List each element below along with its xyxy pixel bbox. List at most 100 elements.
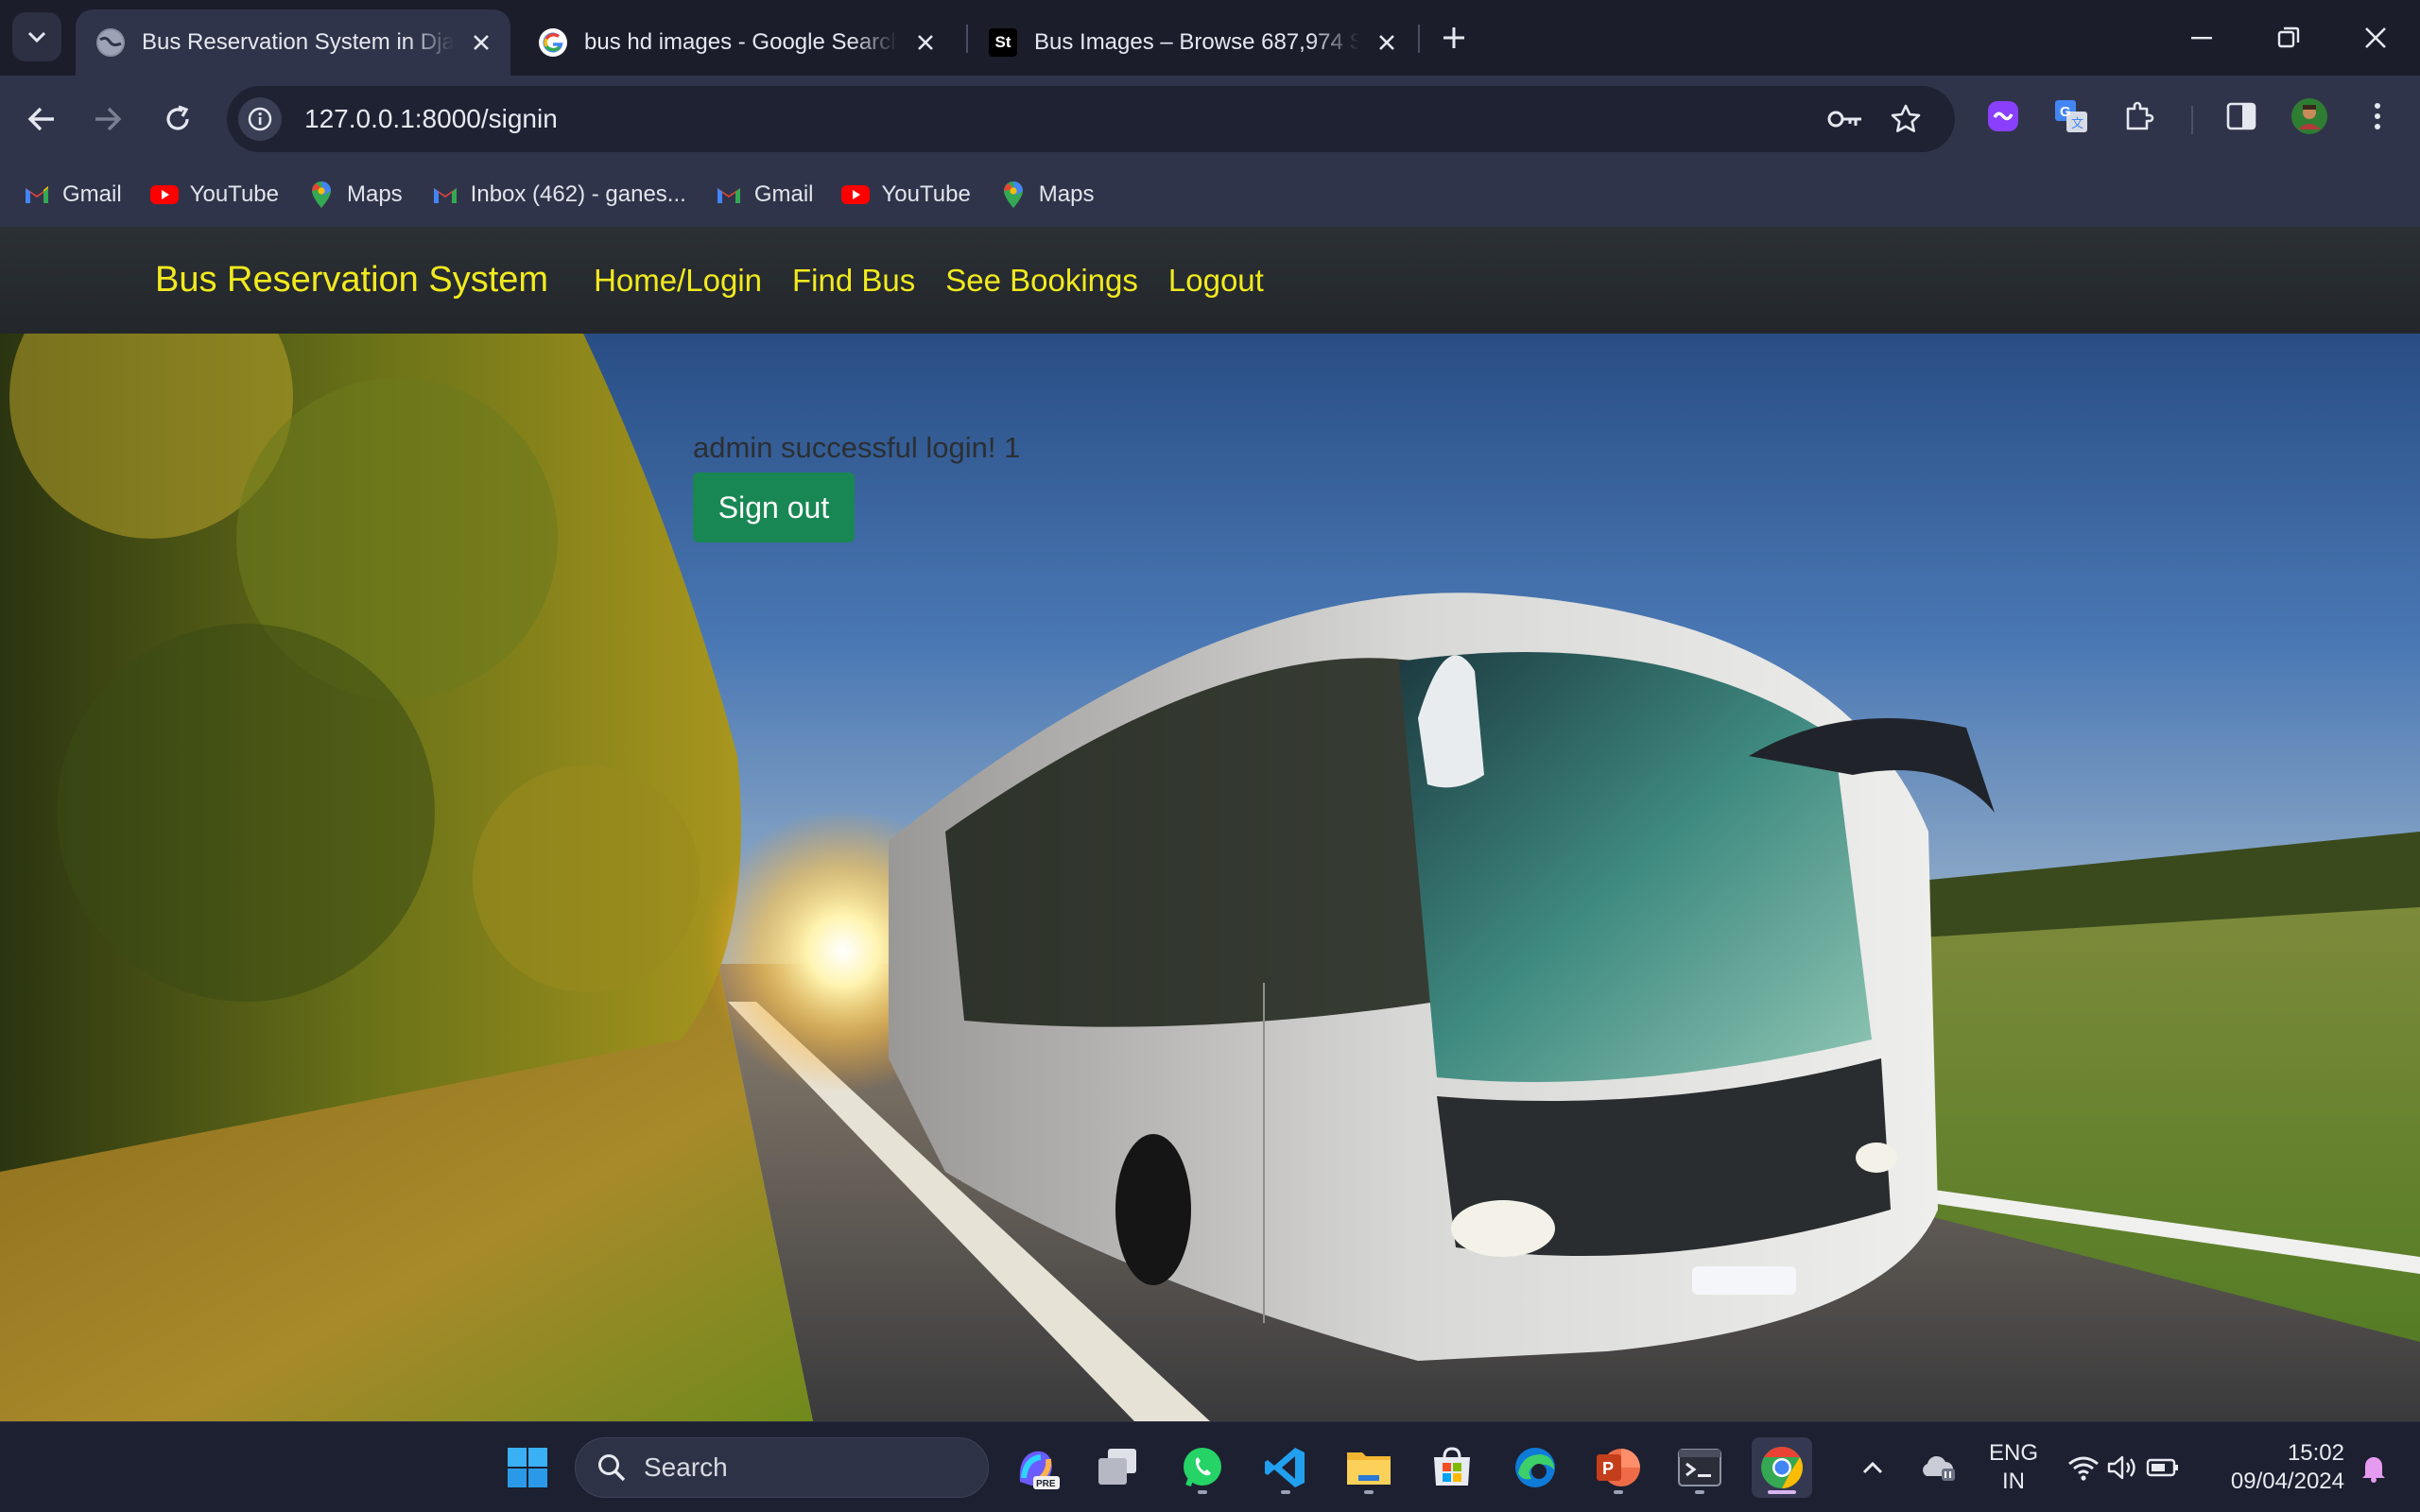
- password-key-icon[interactable]: [1823, 96, 1868, 142]
- gmail-icon: [23, 180, 51, 209]
- bookmark-star-icon[interactable]: [1883, 96, 1928, 142]
- microsoft-store-app[interactable]: [1422, 1437, 1482, 1498]
- menu-kebab-icon[interactable]: [2356, 94, 2399, 138]
- gmail-icon: [431, 180, 459, 209]
- chrome-app[interactable]: [1752, 1437, 1812, 1498]
- profile-avatar[interactable]: [2288, 94, 2331, 138]
- tab-title: bus hd images - Google Search: [584, 29, 898, 55]
- site-brand[interactable]: Bus Reservation System: [155, 260, 548, 301]
- terminal-app[interactable]: [1669, 1437, 1730, 1498]
- notifications-button[interactable]: [2350, 1437, 2397, 1498]
- clock-date: 09/04/2024: [2230, 1469, 2344, 1494]
- whatsapp-app[interactable]: [1172, 1437, 1233, 1498]
- clock-time: 15:02: [2287, 1440, 2344, 1466]
- volume-icon: [2107, 1455, 2135, 1480]
- maps-icon: [999, 180, 1028, 209]
- copilot-badge: PRE: [1036, 1479, 1056, 1489]
- wifi-icon: [2068, 1456, 2099, 1481]
- close-icon[interactable]: [909, 26, 942, 59]
- bookmark-label: Gmail: [753, 181, 814, 207]
- copilot-app[interactable]: PRE: [1006, 1437, 1066, 1498]
- task-view-app[interactable]: [1087, 1437, 1148, 1498]
- bookmark-gmail[interactable]: Gmail: [23, 180, 122, 209]
- region-code: IN: [2002, 1469, 2025, 1494]
- close-icon[interactable]: [1371, 26, 1403, 59]
- minimize-button[interactable]: [2159, 9, 2244, 66]
- bookmark-youtube[interactable]: YouTube: [149, 180, 279, 209]
- reload-button[interactable]: [155, 96, 200, 142]
- reload-icon: [166, 105, 189, 130]
- google-icon: [539, 28, 567, 57]
- restore-button[interactable]: [2246, 9, 2331, 66]
- bookmark-maps[interactable]: Maps: [999, 180, 1095, 209]
- nav-see-bookings[interactable]: See Bookings: [945, 263, 1138, 299]
- tab-google-search[interactable]: bus hd images - Google Search: [518, 9, 955, 76]
- bookmark-label: YouTube: [881, 181, 971, 207]
- tab-stock-images[interactable]: St Bus Images – Browse 687,974 Stock: [968, 9, 1416, 76]
- youtube-icon: [841, 180, 871, 209]
- search-label: Search: [644, 1452, 728, 1482]
- toolbar-separator: [2191, 106, 2193, 134]
- edge-icon: [1515, 1448, 1555, 1487]
- plus-icon: [1443, 27, 1464, 48]
- arrow-left-icon: [27, 107, 54, 131]
- url-text: 127.0.0.1:8000/signin: [304, 104, 558, 133]
- login-status-message: admin successful login! 1: [693, 431, 1021, 464]
- show-hidden-icons-button[interactable]: [1849, 1437, 1896, 1498]
- copilot-icon: PRE: [1019, 1451, 1060, 1489]
- bookmark-label: Maps: [346, 181, 403, 207]
- edge-app[interactable]: [1505, 1437, 1565, 1498]
- nav-home-login[interactable]: Home/Login: [594, 263, 762, 299]
- quick-settings[interactable]: [2057, 1437, 2189, 1498]
- tab-bus-reservation[interactable]: Bus Reservation System in Django: [76, 9, 510, 76]
- close-icon[interactable]: [465, 26, 497, 59]
- gmail-icon: [715, 180, 743, 209]
- extension-purple-icon[interactable]: [1981, 94, 2025, 138]
- bookmark-label: YouTube: [189, 181, 279, 207]
- task-view-icon: [1098, 1449, 1136, 1485]
- new-tab-button[interactable]: [1435, 19, 1473, 57]
- vscode-app[interactable]: [1255, 1437, 1316, 1498]
- svg-text:G: G: [2060, 104, 2071, 120]
- terminal-icon: [1678, 1449, 1721, 1486]
- search-icon: [598, 1454, 626, 1482]
- onedrive-tray[interactable]: [1911, 1437, 1964, 1498]
- bookmarks-bar: Gmail YouTube Maps Inbox (462) - ganes..…: [0, 163, 2420, 227]
- windows-logo-icon: [508, 1448, 547, 1487]
- cloud-icon: [1923, 1455, 1955, 1481]
- clock[interactable]: 15:02 09/04/2024: [2203, 1439, 2344, 1496]
- language-indicator[interactable]: ENG IN: [1976, 1439, 2051, 1496]
- chrome-icon: [1761, 1447, 1803, 1488]
- powerpoint-app[interactable]: P: [1588, 1437, 1649, 1498]
- tab-title: Bus Reservation System in Django: [142, 29, 454, 55]
- bookmark-gmail[interactable]: Gmail: [715, 180, 814, 209]
- tab-search-button[interactable]: [12, 12, 61, 61]
- file-explorer-app[interactable]: [1339, 1437, 1399, 1498]
- svg-text:文: 文: [2071, 117, 2083, 131]
- start-button[interactable]: [497, 1437, 558, 1498]
- bell-icon: [2362, 1457, 2385, 1483]
- extensions-puzzle-icon[interactable]: [2118, 94, 2161, 138]
- back-button[interactable]: [19, 96, 64, 142]
- address-bar[interactable]: 127.0.0.1:8000/signin: [227, 86, 1955, 152]
- bookmark-inbox[interactable]: Inbox (462) - ganes...: [431, 180, 686, 209]
- site-info-icon[interactable]: [238, 97, 282, 141]
- bookmark-label: Maps: [1038, 181, 1095, 207]
- forward-button[interactable]: [85, 96, 130, 142]
- tab-separator: [1418, 25, 1420, 53]
- side-panel-icon[interactable]: [2220, 94, 2263, 138]
- bookmark-youtube[interactable]: YouTube: [841, 180, 971, 209]
- sign-out-button[interactable]: Sign out: [693, 472, 855, 542]
- youtube-icon: [149, 180, 179, 209]
- taskbar-search[interactable]: Search: [575, 1437, 989, 1498]
- nav-logout[interactable]: Logout: [1168, 263, 1264, 299]
- minimize-icon: [2191, 37, 2212, 40]
- powerpoint-icon: P: [1597, 1449, 1640, 1486]
- tab-strip: Bus Reservation System in Django bus hd …: [0, 0, 2420, 76]
- close-window-button[interactable]: [2333, 9, 2418, 66]
- google-translate-icon[interactable]: G文: [2049, 94, 2093, 138]
- bookmark-maps[interactable]: Maps: [307, 180, 403, 209]
- bookmark-label: Gmail: [62, 181, 122, 207]
- chevron-down-icon: [27, 31, 46, 43]
- nav-find-bus[interactable]: Find Bus: [792, 263, 915, 299]
